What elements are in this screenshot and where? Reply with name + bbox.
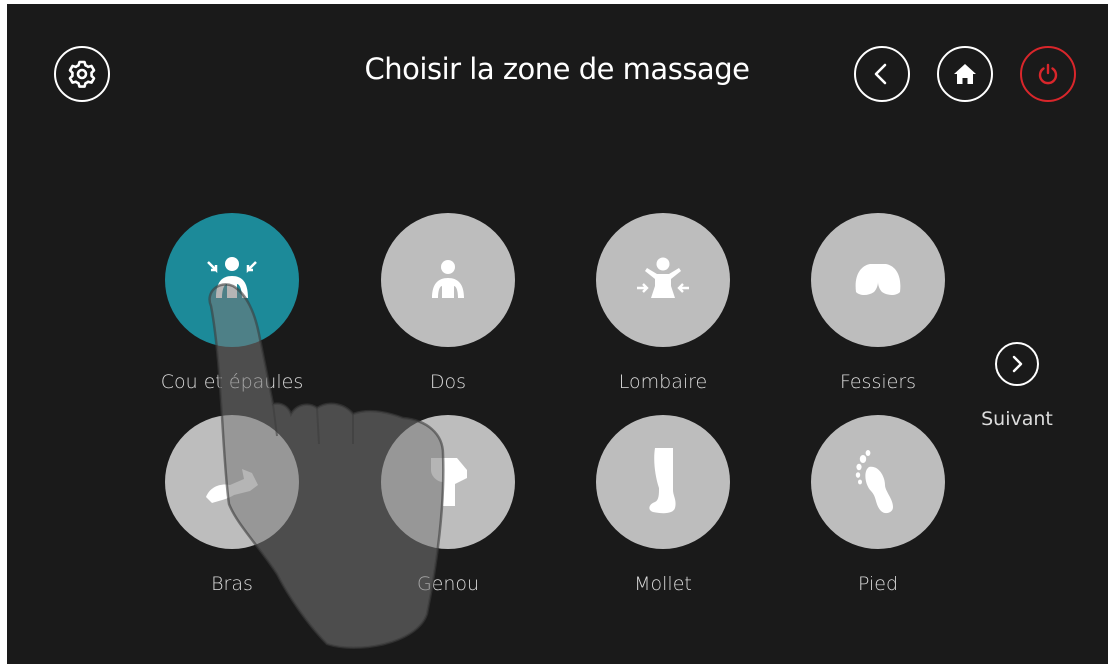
- zone-knee[interactable]: Genou: [348, 415, 548, 595]
- zone-label: Dos: [429, 371, 467, 393]
- neck-shoulders-icon: [207, 257, 257, 298]
- chevron-left-icon: [874, 63, 887, 85]
- zone-circle: [811, 415, 945, 549]
- gear-icon: [68, 60, 96, 88]
- zone-calf[interactable]: Mollet: [563, 415, 763, 595]
- calf-icon: [649, 448, 676, 514]
- zone-circle: [596, 213, 730, 347]
- power-icon: [1038, 63, 1058, 85]
- zone-label: Genou: [416, 573, 480, 595]
- zone-label: Pied: [857, 573, 899, 595]
- zone-label: Fessiers: [839, 371, 917, 393]
- home-button[interactable]: [937, 46, 993, 102]
- zone-arm[interactable]: Bras: [132, 415, 332, 595]
- lumbar-icon: [637, 257, 689, 298]
- buttocks-icon: [855, 264, 901, 295]
- home-icon: [954, 64, 976, 84]
- next-page-control[interactable]: Suivant: [967, 342, 1067, 430]
- massage-screen: Choisir la zone de massage Cou et épaule…: [7, 4, 1108, 664]
- back-button[interactable]: [854, 46, 910, 102]
- next-button[interactable]: [995, 342, 1039, 386]
- zone-label: Cou et épaules: [160, 371, 304, 393]
- arm-icon: [206, 469, 258, 503]
- zone-circle: [811, 213, 945, 347]
- zone-circle: [165, 415, 299, 549]
- next-label: Suivant: [981, 408, 1053, 430]
- back-icon: [432, 260, 464, 298]
- settings-button[interactable]: [54, 46, 110, 102]
- zone-label: Lombaire: [618, 371, 708, 393]
- zone-circle: [596, 415, 730, 549]
- zone-lumbar[interactable]: Lombaire: [563, 213, 763, 393]
- zone-circle: [381, 213, 515, 347]
- zone-circle: [165, 213, 299, 347]
- zone-back[interactable]: Dos: [348, 213, 548, 393]
- zone-buttocks[interactable]: Fessiers: [778, 213, 978, 393]
- zone-label: Mollet: [634, 573, 692, 595]
- zone-circle: [381, 415, 515, 549]
- zone-foot[interactable]: Pied: [778, 415, 978, 595]
- zone-neck-shoulders[interactable]: Cou et épaules: [132, 213, 332, 393]
- foot-icon: [855, 450, 893, 514]
- chevron-right-icon: [1012, 355, 1023, 373]
- knee-icon: [431, 458, 467, 506]
- power-button[interactable]: [1020, 46, 1076, 102]
- zone-label: Bras: [211, 573, 253, 595]
- page-title: Choisir la zone de massage: [364, 52, 750, 86]
